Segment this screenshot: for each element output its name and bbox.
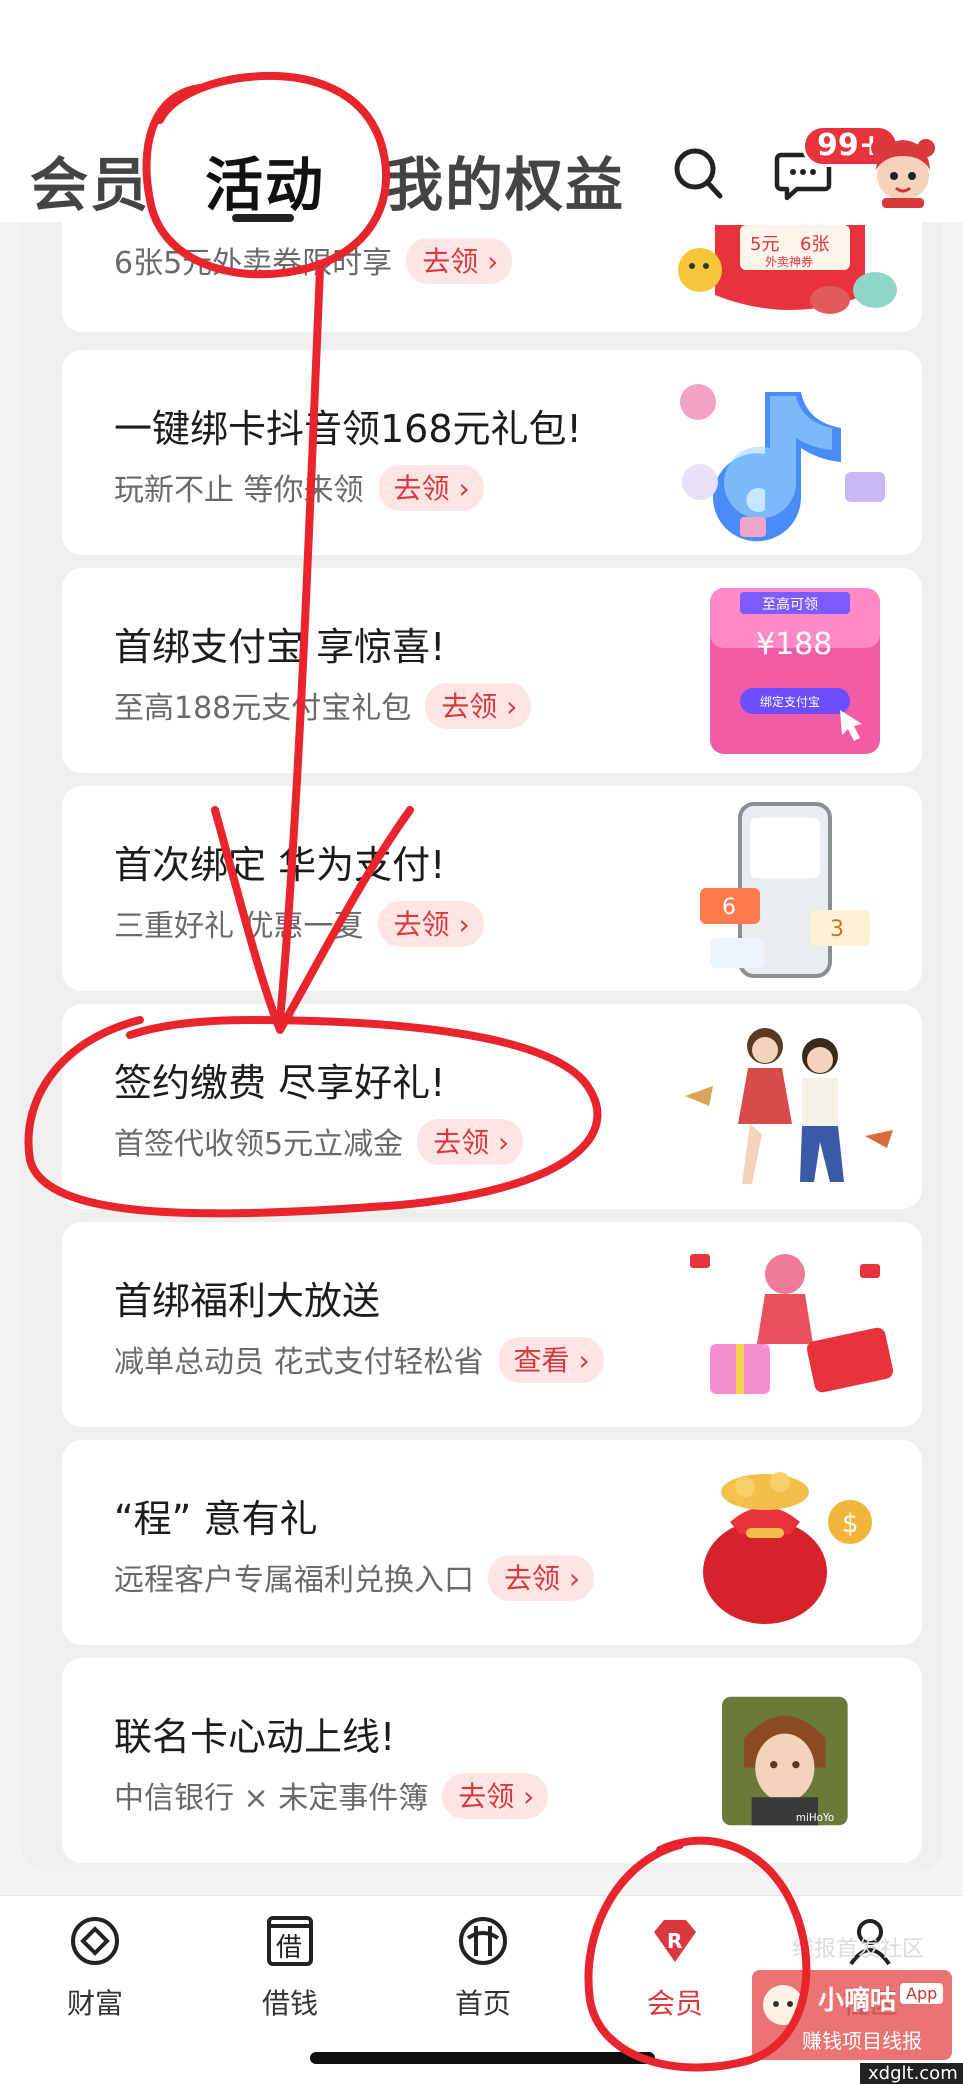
art-text: 6 — [722, 895, 736, 920]
search-icon[interactable] — [672, 145, 724, 201]
art-text: 6张 — [800, 234, 829, 255]
card-title: 首次绑定 华为支付! — [114, 843, 446, 887]
jumping-couple-art — [685, 1028, 893, 1184]
site-watermark: 线报首发社区 小嘀咕 App 赚钱项目线报 xdglt.com — [740, 1925, 963, 2084]
card-subtitle: 至高188元支付宝礼包 去领 › — [114, 683, 532, 729]
activity-card-alipay[interactable]: 首绑支付宝 享惊喜! 至高188元支付宝礼包 去领 › 至高可领 ¥188 绑定支… — [62, 568, 922, 773]
mascot-avatar-icon[interactable] — [868, 130, 938, 208]
activity-card-cobrand[interactable]: 联名卡心动上线! 中信银行 × 未定事件簿 去领 › miHoYo — [62, 1658, 922, 1863]
takeout-coupon-art: 5元 6张 外卖神券 — [678, 225, 897, 314]
card-subtitle: 三重好礼 优惠一夏 去领 › — [114, 901, 484, 947]
claim-button[interactable]: 去领 › — [442, 1773, 549, 1819]
claim-button[interactable]: 去领 › — [425, 683, 532, 729]
douyin-logo-art — [680, 384, 885, 542]
card-title: 一键绑卡抖音领168元礼包! — [114, 407, 582, 451]
card-subtitle: 6张5元外卖券限时享 去领 › — [114, 238, 513, 284]
home-indicator — [310, 2052, 655, 2064]
card-title: 签约缴费 尽享好礼! — [114, 1061, 446, 1105]
activity-card-huawei-pay[interactable]: 首次绑定 华为支付! 三重好礼 优惠一夏 去领 › 6 3 — [62, 786, 922, 991]
art-text: miHoYo — [796, 1812, 834, 1824]
activity-card-douyin[interactable]: 一键绑卡抖音领168元礼包! 玩新不止 等你来领 去领 › — [62, 350, 922, 555]
member-icon: R — [654, 1920, 696, 1962]
watermark-tagline: 线报首发社区 — [792, 1937, 925, 1962]
nav-label: 首页 — [454, 1987, 511, 2020]
tab-members[interactable]: 会员 — [30, 138, 150, 222]
card-title: 首绑支付宝 享惊喜! — [114, 625, 446, 669]
art-text: 5元 — [750, 234, 779, 255]
art-text: 至高可领 — [762, 596, 818, 613]
gifts-and-cards-art — [690, 1254, 894, 1394]
card-subtitle: 远程客户专属福利兑换入口 去领 › — [114, 1555, 595, 1601]
card-title: “程” 意有礼 — [114, 1497, 318, 1541]
money-bag-art: $ — [703, 1472, 872, 1624]
nav-item-member[interactable]: R 会员 — [610, 1914, 740, 2022]
top-header: 会员 活动 我的权益 99+ — [0, 0, 963, 222]
icon-text: 借 — [276, 1933, 302, 1963]
card-subtitle: 首签代收领5元立减金 去领 › — [114, 1119, 524, 1165]
activity-card-first-bind[interactable]: 首绑福利大放送 减单总动员 花式支付轻松省 查看 › — [62, 1222, 922, 1427]
view-button[interactable]: 查看 › — [497, 1337, 604, 1383]
card-title: 首绑福利大放送 — [114, 1279, 381, 1323]
card-title: 联名卡心动上线! — [114, 1715, 396, 1759]
art-text: 外卖神券 — [765, 254, 813, 269]
home-icon — [459, 1917, 507, 1965]
nav-item-wealth[interactable]: 财富 — [30, 1914, 160, 2022]
tab-activities[interactable]: 活动 — [205, 138, 325, 222]
activity-card-takeout[interactable]: 6张5元外卖券限时享 去领 › 5元 6张 外卖神券 — [62, 220, 922, 332]
tab-my-benefits[interactable]: 我的权益 — [385, 138, 625, 222]
watermark-name: 小嘀咕 — [818, 1986, 897, 2016]
claim-button[interactable]: 去领 › — [377, 465, 484, 511]
borrow-icon: 借 — [267, 1916, 313, 1966]
art-text: ¥188 — [756, 627, 832, 662]
active-tab-indicator — [232, 214, 294, 222]
claim-button[interactable]: 去领 › — [377, 901, 484, 947]
cobrand-character-art: miHoYo — [722, 1696, 848, 1826]
claim-button[interactable]: 去领 › — [406, 238, 513, 284]
activity-list: 6张5元外卖券限时享 去领 › 5元 6张 外卖神券 一键绑卡抖音领168元礼包!… — [20, 220, 943, 1872]
wealth-icon — [71, 1917, 119, 1965]
card-subtitle: 减单总动员 花式支付轻松省 查看 › — [114, 1337, 604, 1383]
card-subtitle: 玩新不止 等你来领 去领 › — [114, 465, 484, 511]
watermark-url: xdglt.com — [860, 2063, 963, 2084]
watermark-app-badge: App — [900, 1983, 944, 2004]
nav-label: 借钱 — [261, 1987, 318, 2020]
art-text: 绑定支付宝 — [760, 694, 820, 709]
watermark-mascot-icon — [763, 1985, 803, 2025]
watermark-slogan: 赚钱项目线报 — [802, 2029, 922, 2053]
huawei-pay-phone-art: 6 3 — [700, 802, 870, 978]
nav-label: 财富 — [66, 1987, 123, 2020]
nav-item-borrow[interactable]: 借 借钱 — [225, 1914, 355, 2022]
art-text: 3 — [830, 917, 844, 942]
icon-text: R — [667, 1929, 682, 1953]
nav-label: 会员 — [646, 1987, 703, 2020]
alipay-reward-art: 至高可领 ¥188 绑定支付宝 — [710, 588, 880, 754]
svg-text:$: $ — [842, 1509, 859, 1539]
claim-button[interactable]: 去领 › — [417, 1119, 524, 1165]
activity-card-remote-gift[interactable]: “程” 意有礼 远程客户专属福利兑换入口 去领 › $ — [62, 1440, 922, 1645]
claim-button[interactable]: 去领 › — [488, 1555, 595, 1601]
card-subtitle: 中信银行 × 未定事件簿 去领 › — [114, 1773, 549, 1819]
nav-item-home[interactable]: 首页 — [418, 1914, 548, 2022]
activity-card-auto-pay[interactable]: 签约缴费 尽享好礼! 首签代收领5元立减金 去领 › — [62, 1004, 922, 1209]
